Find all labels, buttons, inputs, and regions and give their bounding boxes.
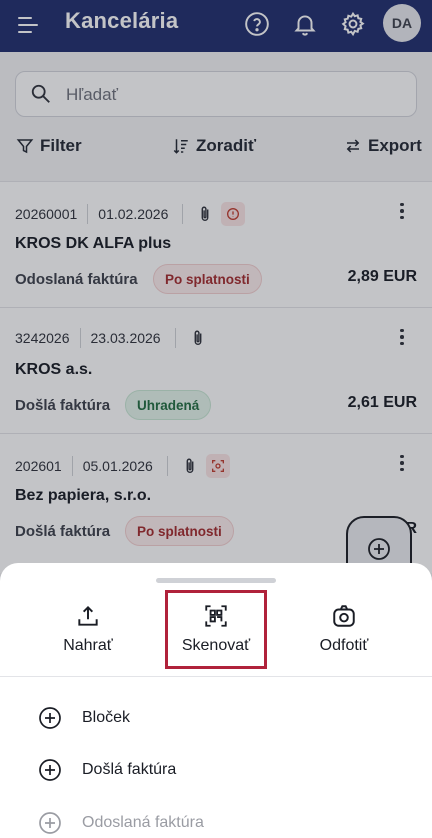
plus-circle-icon [39,707,61,729]
camera-icon [333,605,355,627]
menu-item-label: Odoslaná faktúra [82,814,204,831]
divider [0,676,432,677]
plus-circle-icon [39,812,61,834]
plus-circle-icon [39,759,61,781]
plus-circle-icon [368,538,390,560]
upload-button[interactable]: Nahrať [38,601,138,665]
menu-item-label: Došlá faktúra [82,761,177,778]
upload-label: Nahrať [63,637,113,654]
menu-item-label: Bloček [82,709,131,726]
sheet-handle[interactable] [156,578,276,583]
camera-label: Odfotiť [319,637,369,654]
new-receipt-item[interactable]: Bloček [38,706,130,730]
camera-button[interactable]: Odfotiť [294,601,394,665]
scan-highlight-frame [165,590,267,669]
new-received-invoice-item[interactable]: Došlá faktúra [38,758,176,782]
upload-icon [78,605,98,626]
new-sent-invoice-item[interactable]: Odoslaná faktúra [38,811,204,835]
